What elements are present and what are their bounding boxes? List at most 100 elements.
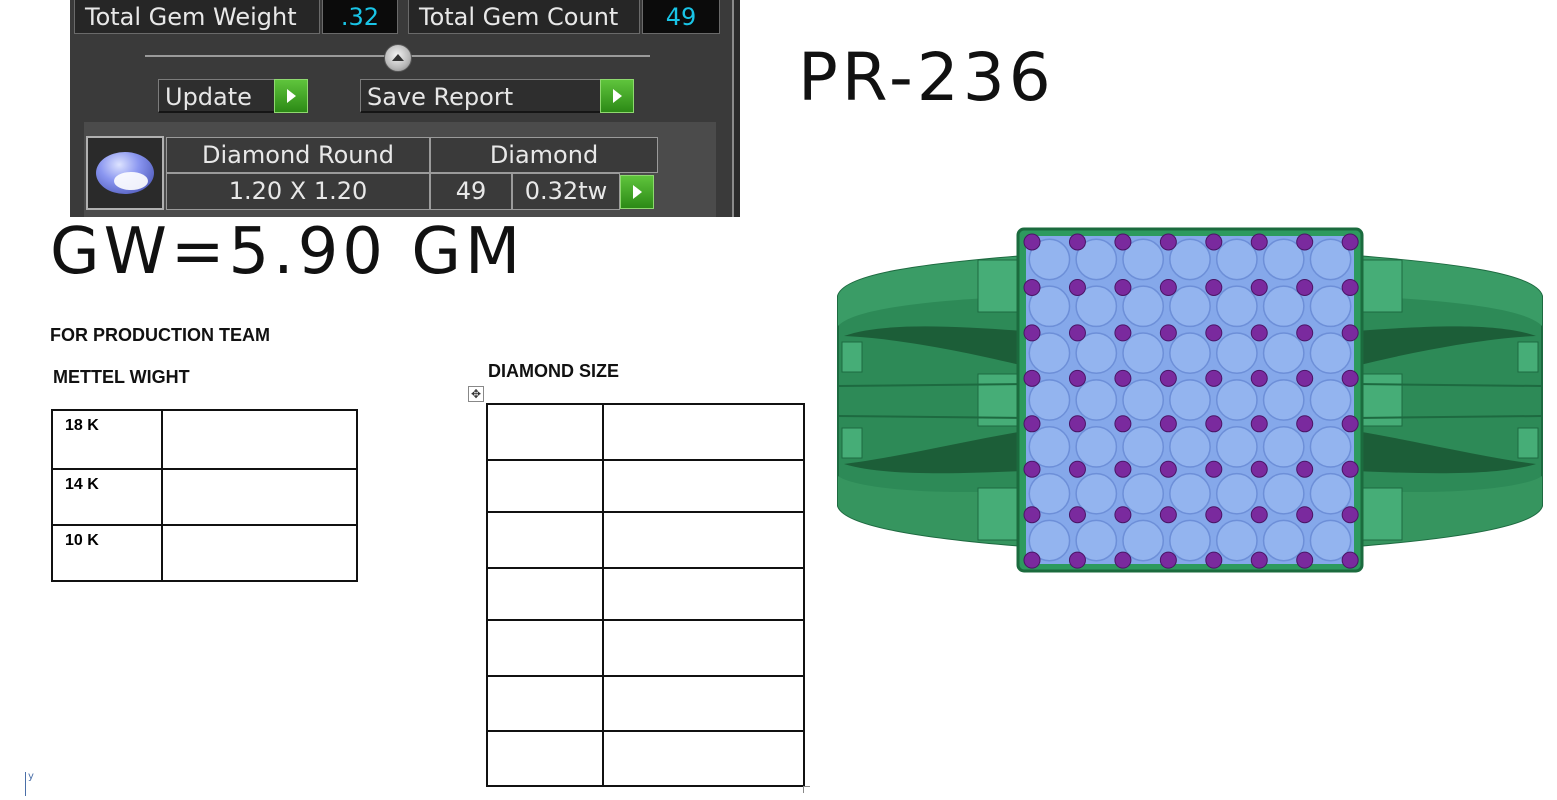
gross-weight-text: GW=5.90 GM bbox=[50, 215, 525, 289]
round-diamond-stone bbox=[1215, 472, 1258, 515]
accent-prong bbox=[1159, 324, 1177, 342]
accent-prong bbox=[1205, 415, 1223, 433]
accent-prong bbox=[1205, 233, 1223, 251]
round-diamond-stone bbox=[1075, 425, 1118, 468]
accent-prong bbox=[1023, 506, 1041, 524]
accent-prong bbox=[1296, 233, 1314, 251]
total-gem-weight-value: .32 bbox=[322, 0, 398, 34]
round-diamond-stone bbox=[1262, 519, 1305, 562]
round-diamond-stone bbox=[1169, 332, 1211, 375]
move-handle-icon[interactable]: ✥ bbox=[468, 386, 484, 402]
accent-prong bbox=[1023, 460, 1041, 478]
round-diamond-stone bbox=[1309, 425, 1352, 468]
update-play-icon[interactable] bbox=[274, 79, 308, 113]
accent-prong bbox=[1250, 278, 1268, 296]
round-diamond-stone bbox=[1215, 425, 1258, 468]
round-diamond-stone bbox=[1122, 332, 1165, 375]
right-shank bbox=[1355, 254, 1543, 548]
table-cell[interactable] bbox=[602, 675, 805, 732]
accent-prong bbox=[1159, 233, 1177, 251]
table-cell[interactable] bbox=[602, 459, 805, 513]
table-cell[interactable] bbox=[486, 511, 604, 569]
round-diamond-stone bbox=[1262, 425, 1305, 468]
round-diamond-stone bbox=[1122, 425, 1165, 468]
table-cell[interactable] bbox=[602, 403, 805, 461]
accent-prong bbox=[1296, 369, 1314, 387]
round-diamond-stone bbox=[1309, 379, 1352, 421]
gem-size-cell: 1.20 X 1.20 bbox=[166, 173, 430, 210]
save-report-button[interactable]: Save Report bbox=[360, 79, 600, 113]
accent-prong bbox=[1159, 278, 1177, 296]
gem-shape-cell: Diamond Round bbox=[166, 137, 430, 173]
table-row: 10 K bbox=[51, 524, 358, 582]
round-diamond-thumbnail-icon[interactable] bbox=[86, 136, 164, 210]
update-button[interactable]: Update bbox=[158, 79, 274, 113]
diamond-size-table bbox=[486, 403, 805, 787]
accent-prong bbox=[1250, 460, 1268, 478]
round-diamond-stone bbox=[1169, 472, 1211, 515]
accent-prong bbox=[1068, 324, 1086, 342]
table-cell[interactable] bbox=[486, 459, 604, 513]
metal-weight-heading: METTEL WIGHT bbox=[53, 367, 190, 387]
accent-prong bbox=[1023, 233, 1041, 251]
accent-prong bbox=[1341, 278, 1359, 296]
accent-prong bbox=[1341, 460, 1359, 478]
accent-prong bbox=[1296, 278, 1314, 296]
total-gem-weight-label: Total Gem Weight bbox=[74, 0, 320, 34]
gem-row-play-icon[interactable] bbox=[620, 175, 654, 209]
accent-prong bbox=[1159, 415, 1177, 433]
accent-prong bbox=[1023, 415, 1041, 433]
table-cell[interactable] bbox=[602, 619, 805, 677]
gem-count-cell: 49 bbox=[430, 173, 512, 210]
table-row bbox=[486, 675, 805, 732]
accent-prong bbox=[1341, 369, 1359, 387]
accent-prong bbox=[1159, 506, 1177, 524]
round-diamond-stone bbox=[1169, 285, 1211, 328]
table-cell[interactable] bbox=[602, 567, 805, 621]
gem-type-cell: Diamond bbox=[430, 137, 658, 173]
accent-prong bbox=[1205, 278, 1223, 296]
panel-frame-edge bbox=[732, 0, 740, 217]
accent-prong bbox=[1114, 551, 1132, 569]
round-diamond-stone bbox=[1262, 472, 1305, 515]
accent-prong bbox=[1114, 460, 1132, 478]
table-row bbox=[486, 730, 805, 787]
accent-prong bbox=[1205, 506, 1223, 524]
table-row bbox=[486, 511, 805, 569]
round-diamond-stone bbox=[1309, 472, 1352, 515]
round-diamond-stone bbox=[1028, 425, 1071, 468]
weight-cell[interactable] bbox=[161, 468, 358, 526]
accent-prong bbox=[1114, 415, 1132, 433]
accent-prong bbox=[1341, 551, 1359, 569]
accent-prong bbox=[1250, 551, 1268, 569]
accent-prong bbox=[1296, 415, 1314, 433]
table-cell[interactable] bbox=[486, 567, 604, 621]
collapse-knob-icon[interactable] bbox=[384, 44, 412, 72]
round-diamond-stone bbox=[1262, 332, 1305, 375]
table-row bbox=[486, 403, 805, 461]
table-cell[interactable] bbox=[486, 675, 604, 732]
table-row: 14 K bbox=[51, 468, 358, 526]
accent-prong bbox=[1114, 324, 1132, 342]
metal-weight-table: 18 K 14 K 10 K bbox=[51, 409, 358, 582]
accent-prong bbox=[1250, 324, 1268, 342]
accent-prong bbox=[1341, 233, 1359, 251]
weight-cell[interactable] bbox=[161, 409, 358, 470]
table-cell[interactable] bbox=[486, 619, 604, 677]
accent-prong bbox=[1114, 278, 1132, 296]
table-cell[interactable] bbox=[486, 403, 604, 461]
table-cell[interactable] bbox=[486, 730, 604, 787]
save-report-play-icon[interactable] bbox=[600, 79, 634, 113]
accent-prong bbox=[1250, 369, 1268, 387]
ring-render-image bbox=[837, 227, 1543, 573]
karat-cell: 14 K bbox=[51, 468, 163, 526]
table-row bbox=[486, 619, 805, 677]
table-cell[interactable] bbox=[602, 511, 805, 569]
table-cell[interactable] bbox=[602, 730, 805, 787]
diamond-stone-icon bbox=[96, 152, 154, 194]
accent-prong bbox=[1341, 506, 1359, 524]
design-code-title: PR-236 bbox=[798, 39, 1055, 116]
accent-prong bbox=[1023, 551, 1041, 569]
accent-prong bbox=[1205, 324, 1223, 342]
weight-cell[interactable] bbox=[161, 524, 358, 582]
